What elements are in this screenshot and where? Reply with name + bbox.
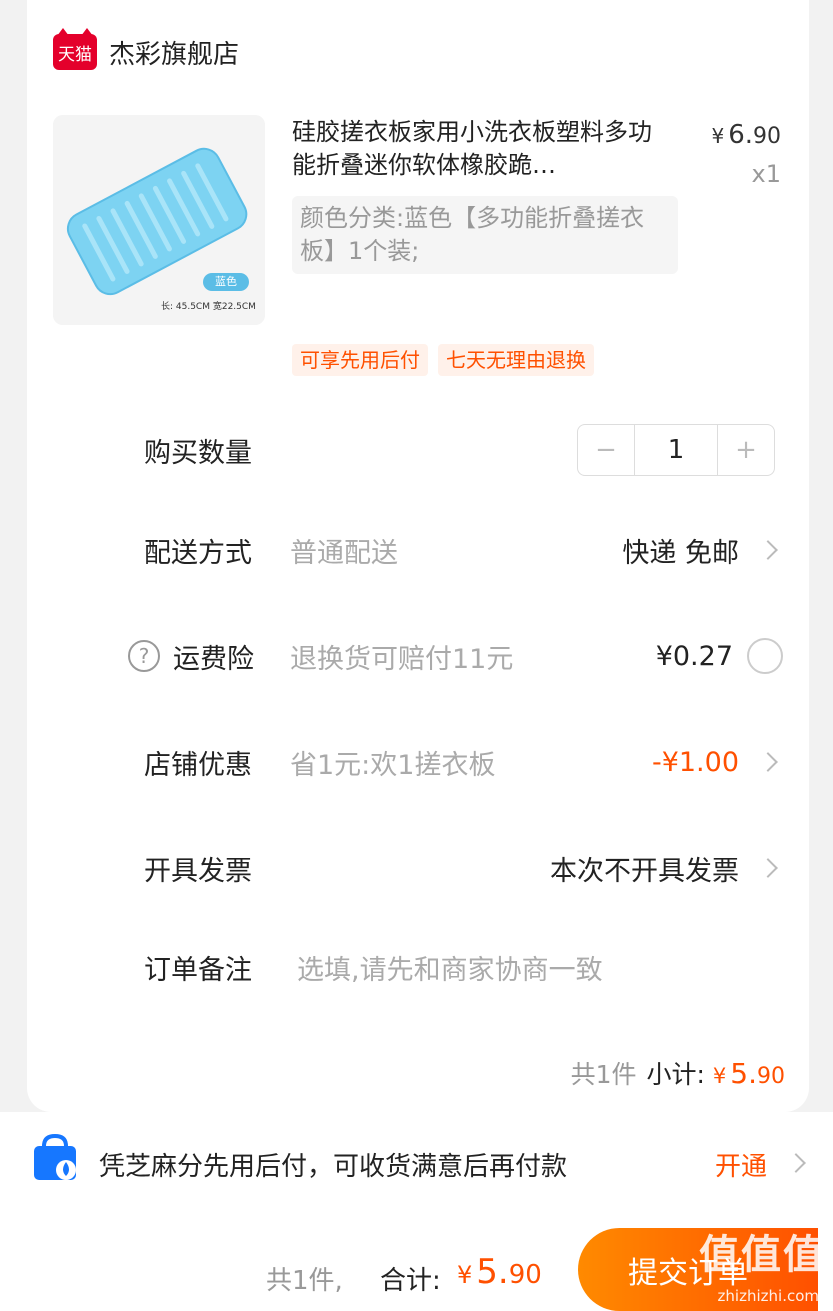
invoice-row[interactable]: 开具发票 本次不开具发票 [27,838,809,898]
price-dec: 90 [753,124,781,149]
quantity-stepper[interactable]: − 1 + [577,424,775,476]
note-input[interactable]: 选填,请先和商家协商一致 [297,948,603,987]
invoice-label: 开具发票 [144,855,252,887]
total-currency: ¥ [457,1261,473,1289]
chevron-right-icon [786,1153,806,1173]
total-dec: 90 [508,1260,542,1290]
decrease-button[interactable]: − [578,425,634,475]
insurance-price: ¥0.27 [655,640,733,672]
shop-name[interactable]: 杰彩旗舰店 [109,34,239,71]
subtotal-amount: ¥5.90 [713,1057,785,1090]
note-label: 订单备注 [144,954,252,986]
subtotal-currency: ¥ [712,1064,727,1088]
discount-amount: -¥1.00 [651,746,739,778]
product-price: ¥6.90 [711,120,781,150]
delivery-type: 普通配送 [290,537,398,569]
discount-row[interactable]: 店铺优惠 省1元:欢1搓衣板 -¥1.00 [27,732,809,792]
chevron-right-icon [758,540,778,560]
watermark-logo: 值值值 [699,1232,825,1278]
total-amount: ¥5.90 [457,1252,542,1292]
quantity-label: 购买数量 [144,437,252,469]
subtotal-count: 共1件 [570,1060,637,1089]
price-int: 6. [728,120,753,150]
watermark-url: zhizhizhi.com [717,1287,819,1305]
quantity-value[interactable]: 1 [634,425,718,475]
insurance-label: 运费险 [173,643,254,675]
image-size-caption: 长: 45.5CM 宽22.5CM [161,302,256,312]
pay-later-text: 凭芝麻分先用后付，可收货满意后再付款 [99,1152,568,1182]
chevron-right-icon [758,752,778,772]
delivery-fee: 快递 免邮 [622,537,739,569]
discount-label: 店铺优惠 [144,749,252,781]
total-label: 合计: [380,1266,441,1296]
product-title[interactable]: 硅胶搓衣板家用小洗衣板塑料多功能折叠迷你软体橡胶跪… [292,116,672,182]
chevron-right-icon [758,858,778,878]
tag-seven-day-return: 七天无理由退换 [438,344,594,376]
subtotal-label: 小计: [646,1060,705,1089]
tmall-logo-icon: 天猫 [53,28,97,70]
discount-desc: 省1元:欢1搓衣板 [290,749,496,781]
note-row: 订单备注 选填,请先和商家协商一致 [27,937,809,997]
pay-later-banner[interactable]: 凭芝麻分先用后付，可收货满意后再付款 开通 [0,1112,833,1212]
subtotal-dec: 90 [757,1064,785,1089]
shop-header[interactable]: 天猫 杰彩旗舰店 [53,28,239,74]
subtotal-int: 5. [730,1057,757,1090]
insurance-row: ? 运费险 退换货可赔付11元 ¥0.27 [27,626,809,686]
total-int: 5. [476,1252,509,1292]
total-count: 共1件, [266,1266,343,1296]
subtotal: 共1件 小计: ¥5.90 [571,1055,785,1091]
product-quantity: x1 [751,160,781,188]
washboard-image-icon [53,115,265,325]
sku-selector[interactable]: 颜色分类:蓝色【多功能折叠搓衣板】1个装; [292,196,678,274]
increase-button[interactable]: + [718,425,774,475]
shopping-bag-icon [34,1134,76,1180]
delivery-row[interactable]: 配送方式 普通配送 快递 免邮 [27,520,809,580]
pay-later-open-button[interactable]: 开通 [715,1146,767,1183]
tag-pay-later: 可享先用后付 [292,344,428,376]
order-card: 天猫 杰彩旗舰店 蓝色 长: 45.5CM 宽22.5CM 硅胶搓衣板家用小洗衣… [27,0,809,1112]
insurance-desc: 退换货可赔付11元 [290,643,514,675]
price-currency: ¥ [711,124,725,148]
image-color-tag: 蓝色 [215,275,237,288]
help-icon[interactable]: ? [128,640,160,672]
product-image[interactable]: 蓝色 长: 45.5CM 宽22.5CM [53,115,265,325]
delivery-label: 配送方式 [144,537,252,569]
invoice-value: 本次不开具发票 [550,855,739,887]
service-tags: 可享先用后付 七天无理由退换 [292,344,594,376]
insurance-radio[interactable] [747,638,783,674]
